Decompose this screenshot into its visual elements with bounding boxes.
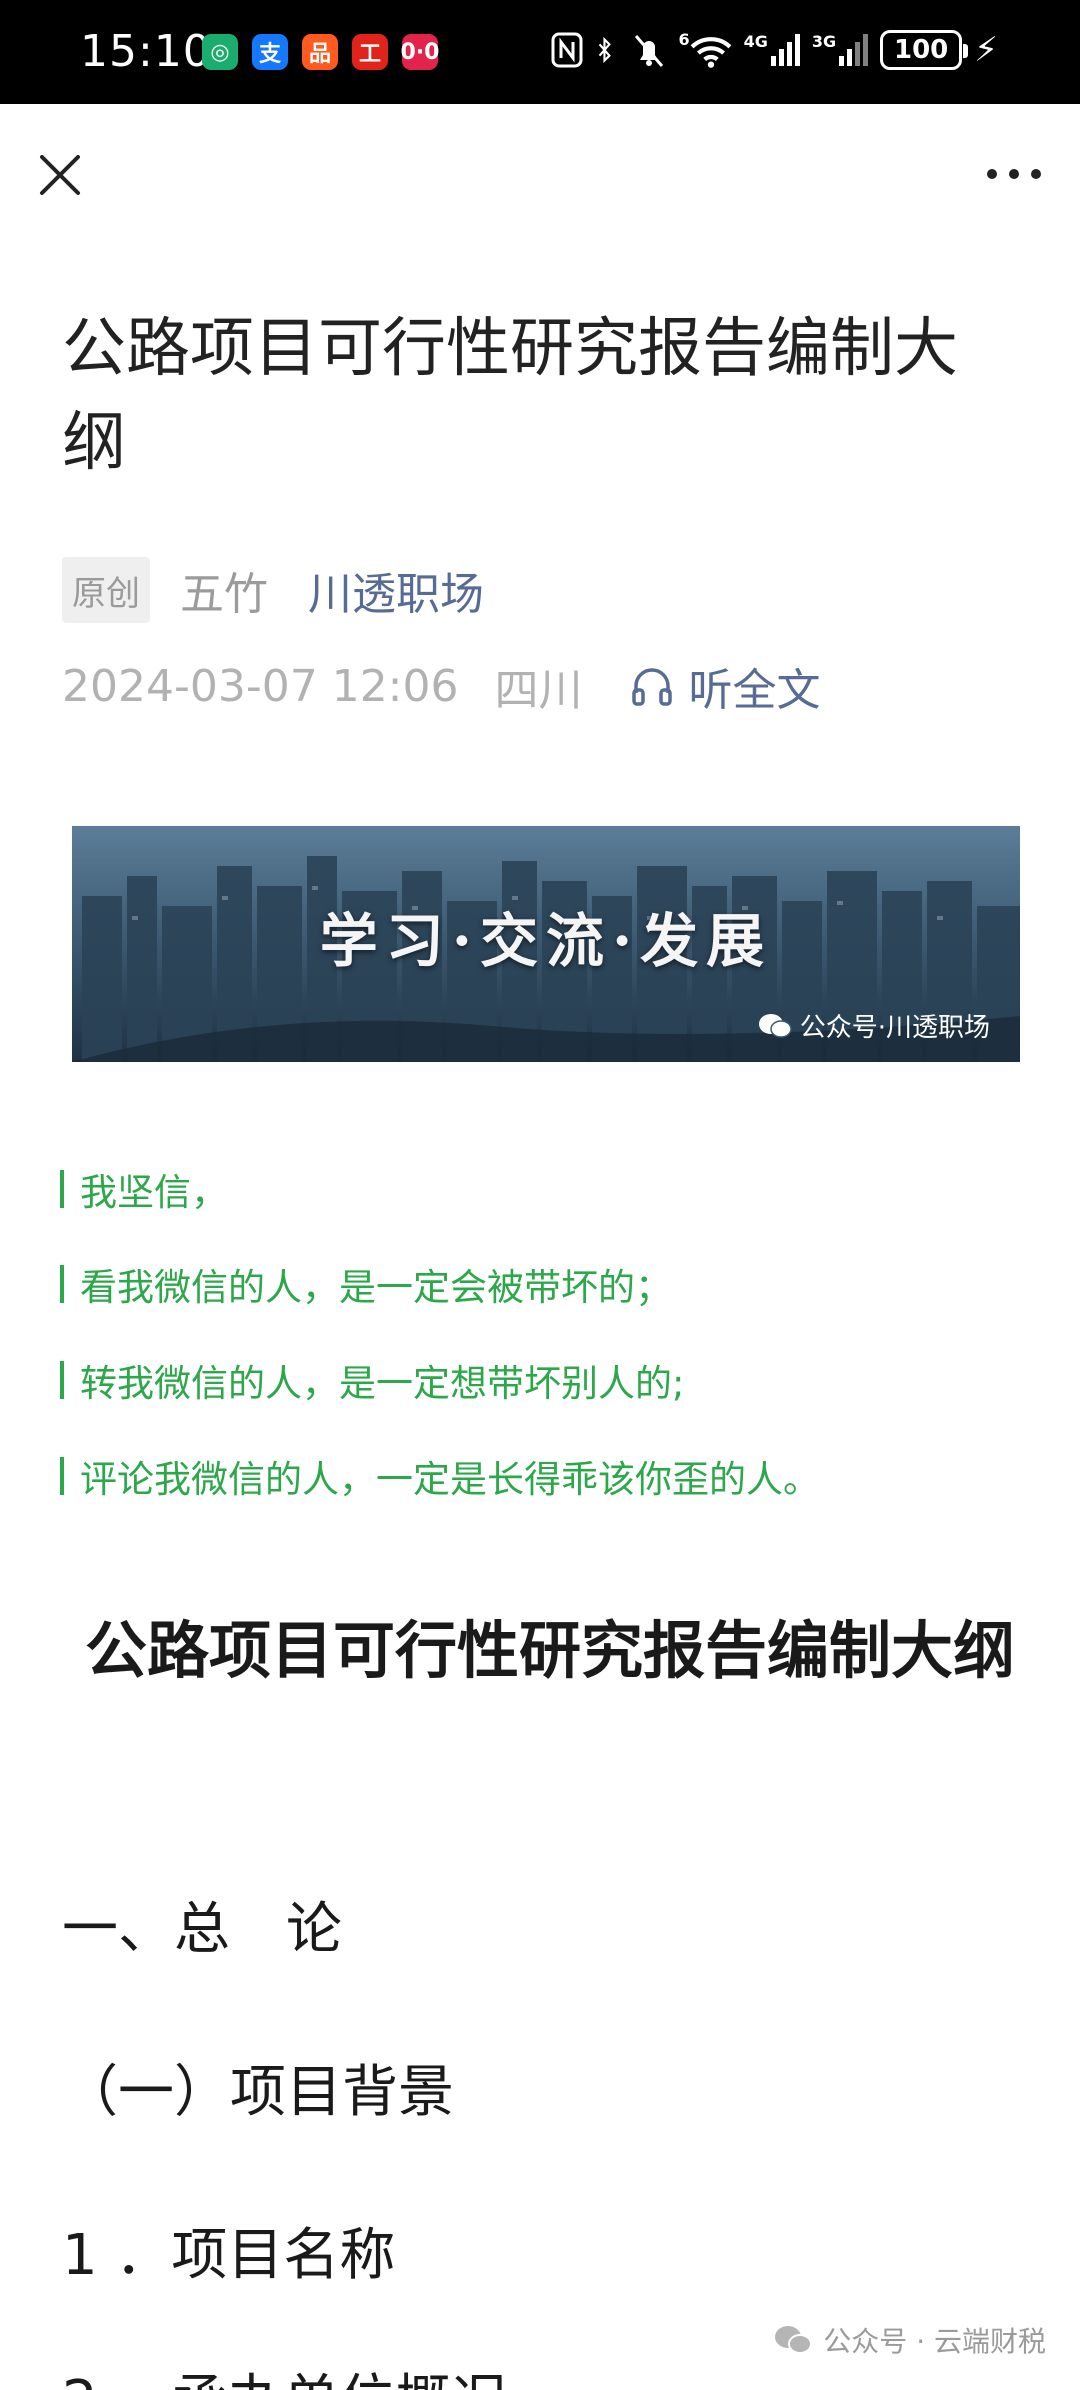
network-3g-label: 3G — [811, 32, 837, 51]
network-4g-label: 4G — [743, 32, 768, 51]
heading-unit-overview: 2 ．承办单位概况 — [62, 2356, 507, 2390]
quote-text: 评论我微信的人，一定是长得乖该你歪的人。 — [80, 1458, 820, 1501]
wechat-icon — [775, 2326, 813, 2354]
banner-watermark-text: 公众号·川透职场 — [799, 1013, 990, 1043]
author-name: 五竹 — [180, 569, 268, 620]
quote-line-1: 我坚信， — [60, 1163, 228, 1215]
wifi-indicator: 6 — [678, 32, 731, 68]
banner-watermark: 公众号·川透职场 — [758, 1007, 990, 1044]
footer-watermark: 公众号 · 云端财税 — [773, 2320, 1046, 2360]
wifi-label: 6 — [678, 30, 690, 49]
listen-full-button[interactable]: 听全文 — [629, 654, 821, 718]
nfc-icon — [551, 32, 583, 68]
status-bar: 15:10 ◎ 支品工 0·0 6 4G 3G 100 ⚡ — [0, 0, 1080, 104]
footer-watermark-text: 公众号 · 云端财税 — [823, 2325, 1046, 2358]
article-meta-secondary: 2024-03-07 12:06 四川 听全文 — [62, 654, 821, 718]
publish-date: 2024-03-07 12:06 — [62, 660, 459, 712]
article-meta: 原创 五竹 川透职场 — [62, 556, 484, 624]
quote-text: 转我微信的人，是一定想带坏别人的; — [80, 1362, 685, 1405]
notification-app-icons: ◎ 支品工 0·0 — [202, 34, 440, 70]
article-title: 公路项目可行性研究报告编制大纲 — [62, 312, 958, 480]
signal-4g: 4G — [744, 34, 800, 66]
signal-bars-icon — [839, 34, 869, 66]
signal-3g: 3G — [811, 32, 869, 66]
section-title: 公路项目可行性研究报告编制大纲 — [84, 1614, 1015, 1687]
quote-line-3: 转我微信的人，是一定想带坏别人的; — [60, 1354, 684, 1406]
quote-text: 我坚信， — [80, 1171, 228, 1214]
app-icon-green-icon: ◎ — [202, 34, 238, 70]
app-icon-alipay-icon: 支 — [252, 34, 288, 70]
bell-muted-icon — [635, 35, 664, 67]
close-icon[interactable] — [34, 149, 86, 201]
article-banner-image: 学习·交流·发展 公众号·川透职场 — [72, 826, 1020, 1062]
app-icon-red-icon: 工 — [352, 34, 388, 70]
quote-bar — [60, 1170, 64, 1208]
battery-indicator: 100 — [880, 30, 969, 70]
article-top-bar — [0, 104, 1080, 254]
publish-location: 四川 — [494, 665, 583, 716]
app-icon-pink-icon: 0·0 — [401, 34, 440, 70]
wechat-icon — [758, 1013, 792, 1038]
original-badge: 原创 — [62, 557, 150, 623]
banner-slogan: 学习·交流·发展 — [319, 907, 773, 975]
headphones-icon — [631, 668, 672, 706]
heading-background: （一）项目背景 — [62, 2060, 454, 2125]
more-options-icon[interactable] — [982, 159, 1046, 189]
quote-bar — [60, 1265, 64, 1303]
status-time: 15:10 — [80, 26, 212, 77]
app-icon-orange-icon: 品 — [302, 34, 338, 70]
heading-project-name: 1 ．项目名称 — [62, 2223, 396, 2288]
charging-bolt-icon: ⚡ — [974, 30, 998, 70]
system-status-icons: 6 4G 3G 100 ⚡ — [550, 30, 998, 70]
bluetooth-icon — [599, 36, 612, 64]
heading-general: 一、总 论 — [62, 1897, 342, 1962]
quote-line-4: 评论我微信的人，一定是长得乖该你歪的人。 — [60, 1450, 820, 1502]
listen-full-label: 听全文 — [688, 665, 821, 716]
account-link[interactable]: 川透职场 — [308, 558, 484, 622]
quote-text: 看我微信的人，是一定会被带坏的； — [80, 1266, 672, 1309]
quote-bar — [60, 1361, 64, 1399]
quote-line-2: 看我微信的人，是一定会被带坏的； — [60, 1258, 672, 1310]
quote-bar — [60, 1457, 64, 1495]
wifi-icon — [690, 37, 731, 68]
signal-bars-icon — [770, 34, 800, 66]
